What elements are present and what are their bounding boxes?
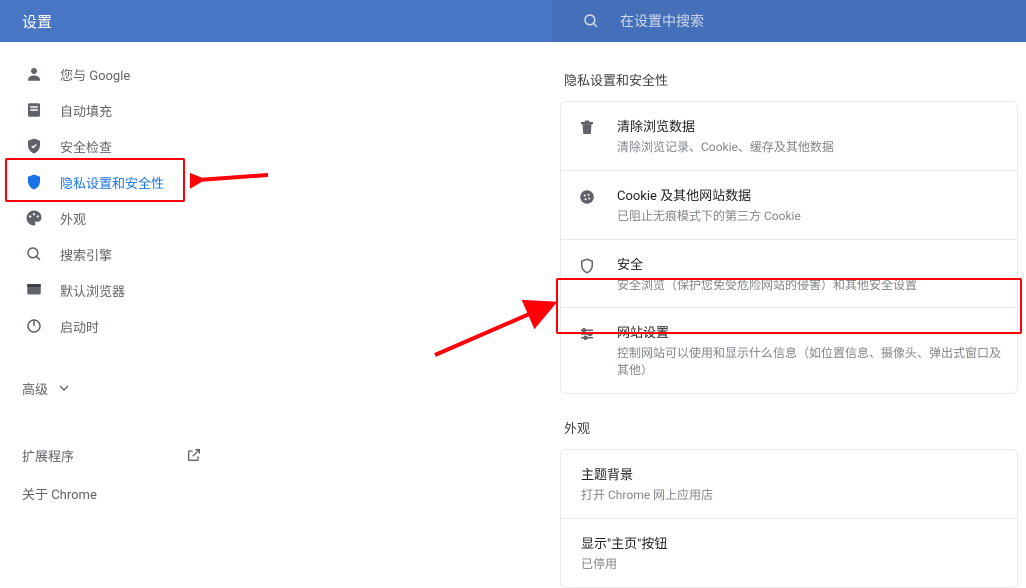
header-search-bar[interactable]: 在设置中搜索 (552, 0, 1026, 42)
search-placeholder: 在设置中搜索 (620, 11, 704, 31)
row-show-home-button[interactable]: 显示"主页"按钮 已停用 (561, 518, 1017, 587)
sidebar-item-label: 启动时 (60, 317, 99, 336)
section-title-appearance: 外观 (552, 418, 1026, 437)
tune-icon (577, 324, 597, 344)
sidebar: 您与 Google 自动填充 安全检查 隐私设置和安全性 外观 搜索引擎 (0, 42, 230, 505)
appearance-card: 主题背景 打开 Chrome 网上应用店 显示"主页"按钮 已停用 (560, 449, 1018, 588)
cookie-icon (577, 187, 597, 207)
row-desc: 控制网站可以使用和显示什么信息（如位置信息、摄像头、弹出式窗口及其他） (617, 345, 1001, 379)
row-title: Cookie 及其他网站数据 (617, 185, 1001, 204)
row-title: 显示"主页"按钮 (581, 533, 667, 552)
sidebar-item-label: 搜索引擎 (60, 245, 112, 264)
search-icon (582, 12, 600, 30)
row-desc: 安全浏览（保护您免受危险网站的侵害）和其他安全设置 (617, 277, 1001, 294)
sidebar-item-label: 外观 (60, 209, 86, 228)
sidebar-item-label: 默认浏览器 (60, 281, 125, 300)
power-icon (24, 316, 44, 336)
sidebar-item-autofill[interactable]: 自动填充 (0, 92, 230, 128)
shield-icon (24, 172, 44, 192)
sidebar-advanced-label: 高级 (22, 379, 48, 398)
sidebar-item-label: 安全检查 (60, 137, 112, 156)
sidebar-item-label: 自动填充 (60, 101, 112, 120)
autofill-icon (24, 100, 44, 120)
sidebar-item-default-browser[interactable]: 默认浏览器 (0, 272, 230, 308)
section-title-privacy: 隐私设置和安全性 (552, 70, 1026, 89)
sidebar-extensions-label: 扩展程序 (22, 446, 74, 465)
shield-check-icon (24, 136, 44, 156)
row-title: 网站设置 (617, 322, 1001, 341)
sidebar-about-chrome[interactable]: 关于 Chrome (22, 474, 202, 512)
shield-outline-icon (577, 256, 597, 276)
row-desc: 打开 Chrome 网上应用店 (581, 487, 713, 504)
sidebar-item-label: 隐私设置和安全性 (60, 173, 164, 192)
annotation-arrow-2 (430, 280, 560, 360)
sidebar-item-search-engine[interactable]: 搜索引擎 (0, 236, 230, 272)
chevron-down-icon (56, 380, 72, 396)
page-title: 设置 (22, 11, 52, 32)
sidebar-item-safety-check[interactable]: 安全检查 (0, 128, 230, 164)
row-site-settings[interactable]: 网站设置 控制网站可以使用和显示什么信息（如位置信息、摄像头、弹出式窗口及其他） (561, 307, 1017, 393)
magnifier-icon (24, 244, 44, 264)
sidebar-about-label: 关于 Chrome (22, 484, 97, 503)
row-theme[interactable]: 主题背景 打开 Chrome 网上应用店 (561, 450, 1017, 518)
palette-icon (24, 208, 44, 228)
sidebar-extensions[interactable]: 扩展程序 (22, 436, 202, 474)
row-cookies[interactable]: Cookie 及其他网站数据 已阻止无痕模式下的第三方 Cookie (561, 170, 1017, 239)
row-desc: 已停用 (581, 556, 617, 573)
sidebar-item-privacy[interactable]: 隐私设置和安全性 (0, 164, 230, 200)
sidebar-item-label: 您与 Google (60, 65, 130, 84)
trash-icon (577, 118, 597, 138)
external-link-icon (186, 447, 202, 463)
header-left: 设置 (0, 0, 552, 42)
row-title: 清除浏览数据 (617, 116, 1001, 135)
sidebar-item-you-and-google[interactable]: 您与 Google (0, 56, 230, 92)
person-icon (24, 64, 44, 84)
row-clear-browsing-data[interactable]: 清除浏览数据 清除浏览记录、Cookie、缓存及其他数据 (561, 102, 1017, 170)
row-security[interactable]: 安全 安全浏览（保护您免受危险网站的侵害）和其他安全设置 (561, 239, 1017, 308)
row-title: 主题背景 (581, 464, 633, 483)
sidebar-item-on-startup[interactable]: 启动时 (0, 308, 230, 344)
row-desc: 已阻止无痕模式下的第三方 Cookie (617, 208, 1001, 225)
browser-icon (24, 280, 44, 300)
privacy-card: 清除浏览数据 清除浏览记录、Cookie、缓存及其他数据 Cookie 及其他网… (560, 101, 1018, 394)
main-pane: 隐私设置和安全性 清除浏览数据 清除浏览记录、Cookie、缓存及其他数据 Co… (552, 42, 1026, 505)
sidebar-item-appearance[interactable]: 外观 (0, 200, 230, 236)
sidebar-advanced[interactable]: 高级 (0, 368, 230, 408)
row-title: 安全 (617, 254, 1001, 273)
row-desc: 清除浏览记录、Cookie、缓存及其他数据 (617, 139, 1001, 156)
